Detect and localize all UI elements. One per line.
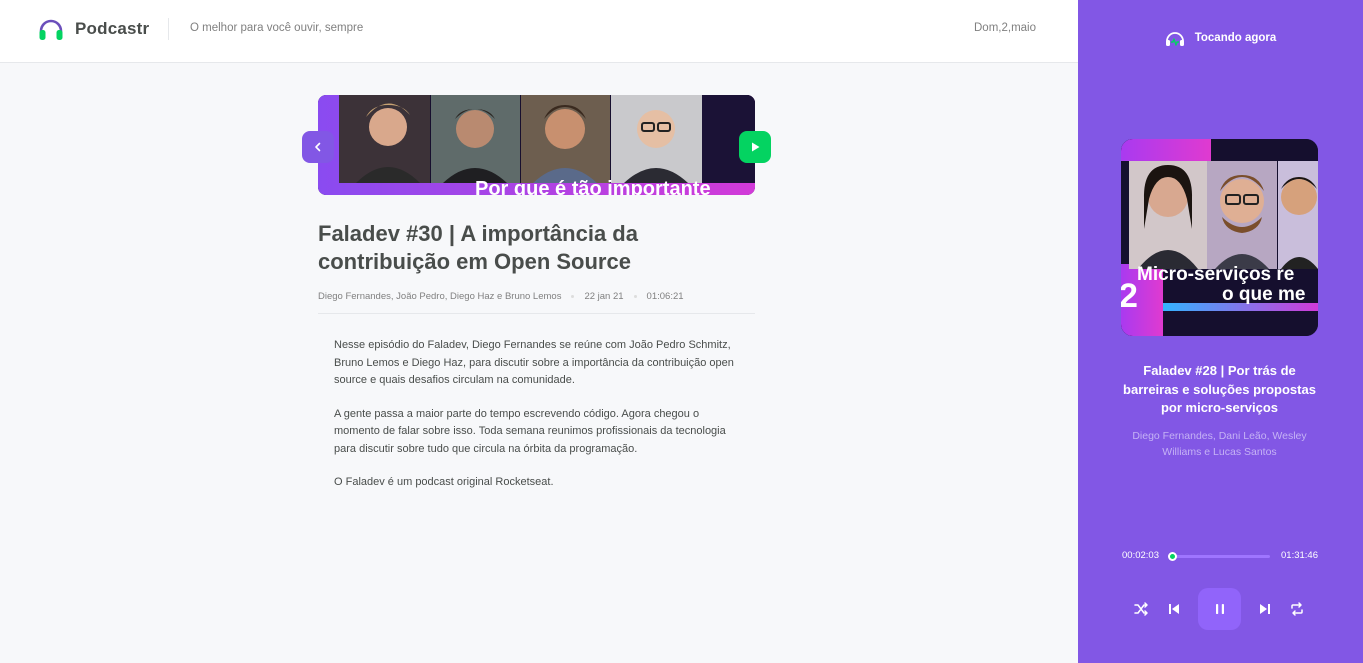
episode-title: Faladev #30 | A importância da contribui… [318,221,638,274]
headphones-icon [39,19,63,40]
chevron-left-icon [315,142,321,152]
episode-date: 22 jan 21 [584,291,624,302]
play-episode-button[interactable] [739,131,771,163]
repeat-button[interactable] [1288,600,1306,618]
description-paragraph: A gente passa a maior parte do tempo esc… [334,407,726,455]
description-paragraph: Nesse episódio do Faladev, Diego Fernand… [334,339,734,386]
progress-track[interactable] [1170,555,1270,558]
shuffle-icon [1134,602,1148,616]
episode-thumbnail: Por que é tão importante [318,95,755,195]
app-logo-text: Podcastr [75,19,150,38]
now-playing-icon [1165,32,1184,46]
player-panel: Tocando agora Micro-serviços re o que me… [1078,0,1363,663]
player-cover: Micro-serviços re o que me 2 [1121,139,1318,336]
current-time: 00:02:03 [1122,550,1159,561]
player-cover-image [1121,139,1318,336]
pause-icon [1215,604,1224,614]
episode-members: Diego Fernandes, João Pedro, Diego Haz e… [318,291,562,302]
description-paragraph: O Faladev é um podcast original Rocketse… [334,476,554,488]
now-playing-label: Tocando agora [1194,32,1277,44]
episode-description: Nesse episódio do Faladev, Diego Fernand… [334,337,744,508]
thumbnail-caption: Por que é tão importante [475,178,711,195]
cover-caption-line1: Micro-serviços re [1137,264,1295,285]
meta-separator [633,295,637,298]
header-divider [168,18,169,40]
play-icon [752,142,760,152]
skip-back-icon [1169,604,1179,614]
current-date: Dom,2,maio [974,22,1036,34]
repeat-icon [1291,602,1303,616]
cover-number: 2 [1121,277,1138,315]
episode-meta: Diego Fernandes, João Pedro, Diego Haz e… [318,291,755,302]
meta-separator [571,295,575,298]
header: Podcastr O melhor para você ouvir, sempr… [0,0,1078,63]
player-episode-members: Diego Fernandes, Dani Leão, Wesley Willi… [1132,430,1307,458]
next-button[interactable] [1256,600,1274,618]
previous-button[interactable] [1165,600,1183,618]
episode-duration: 01:06:21 [646,291,684,302]
divider [318,313,755,314]
player-controls [1078,588,1363,630]
back-button[interactable] [302,131,334,163]
cover-caption-line2: o que me [1222,284,1306,305]
progress-handle[interactable] [1167,552,1177,561]
skip-forward-icon [1260,604,1270,614]
shuffle-button[interactable] [1132,600,1150,618]
tagline: O melhor para você ouvir, sempre [190,22,364,34]
progress-bar: 00:02:03 01:31:46 [1122,550,1318,562]
player-episode-title: Faladev #28 | Por trás de barreiras e so… [1123,363,1316,415]
now-playing-header: Tocando agora [1078,29,1363,47]
total-time: 01:31:46 [1281,550,1318,561]
pause-button[interactable] [1198,588,1241,630]
